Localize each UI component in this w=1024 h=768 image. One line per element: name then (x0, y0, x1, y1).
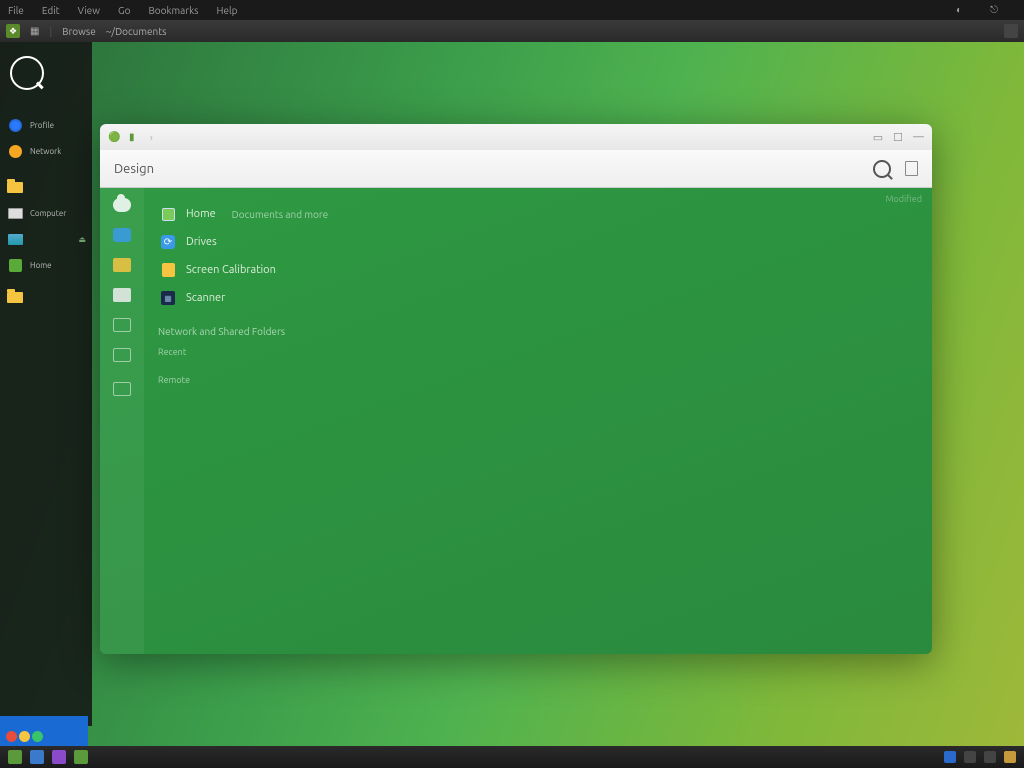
window-buttons-icon[interactable] (6, 731, 43, 742)
taskbar-start-icon[interactable] (8, 750, 22, 764)
toolbar-app-icon[interactable]: ❖ (6, 24, 20, 38)
tray-notif-icon[interactable] (1004, 751, 1016, 763)
outline-icon-2[interactable] (113, 348, 131, 362)
window-minimize-icon[interactable]: ▭ (873, 131, 883, 144)
window-close-icon[interactable]: — (913, 131, 924, 144)
list-item-small[interactable]: Remote (158, 375, 918, 385)
taskbar-app-3-icon[interactable] (74, 750, 88, 764)
panel-item-profile[interactable]: Profile (6, 116, 86, 134)
cloud-icon[interactable] (113, 198, 131, 212)
os-side-panel: Profile Network Computer ⏏ Home (0, 42, 92, 726)
document-icon (162, 263, 175, 277)
toolbar-doc-icon[interactable]: ▦ (30, 25, 39, 37)
panel-item-label: Home (30, 261, 52, 270)
app-blue-icon[interactable] (113, 228, 131, 242)
panel-item-label: Network (30, 147, 61, 156)
list-item-label: Scanner (186, 292, 225, 304)
toolbar-path-value[interactable]: ~/Documents (106, 26, 167, 37)
outline-icon-3[interactable] (113, 382, 131, 396)
file-manager-window: 🟢 ▮ › ▭ ☐ — Design Modified Home (100, 124, 932, 654)
eject-icon[interactable]: ⏏ (78, 235, 86, 244)
taskbar-app-1-icon[interactable] (30, 750, 44, 764)
titlebar-chevron-icon[interactable]: › (150, 132, 153, 143)
panel-item-desktop[interactable]: ⏏ (6, 230, 86, 248)
picture-icon (8, 234, 23, 245)
list-item-small[interactable]: Recent (158, 347, 918, 357)
scanner-icon: ▦ (161, 291, 175, 305)
titlebar-folder-icon: ▮ (129, 131, 142, 144)
distro-logo-icon[interactable] (10, 56, 44, 90)
window-titlebar[interactable]: 🟢 ▮ › ▭ ☐ — (100, 124, 932, 150)
panel-item-network[interactable]: Network (6, 142, 86, 160)
list-item[interactable]: ▦ Scanner (158, 284, 918, 312)
panel-item-drives[interactable] (6, 178, 86, 196)
tray-battery-icon[interactable] (984, 751, 996, 763)
file-manager-body: Modified Home Documents and more ⟳ Drive… (100, 188, 932, 654)
panel-footer (0, 716, 88, 746)
system-tray (944, 751, 1016, 763)
toolbar-right-button[interactable] (1004, 24, 1018, 38)
list-item[interactable]: Screen Calibration (158, 256, 918, 284)
user-icon (9, 145, 22, 158)
panel-item-label: Profile (30, 121, 54, 130)
folder-icon (7, 182, 23, 193)
list-item-label: Home (186, 208, 216, 220)
menubar-indicator-1[interactable]: ◐ (956, 4, 962, 16)
file-manager-header: Design (100, 150, 932, 188)
menu-go[interactable]: Go (118, 5, 130, 16)
app-yellow-icon[interactable] (113, 258, 131, 272)
home-icon (162, 208, 175, 221)
search-icon[interactable] (873, 160, 891, 178)
panel-item-home[interactable]: Home (6, 256, 86, 274)
toolbar-strip: ❖ ▦ | Browse ~/Documents (0, 20, 1024, 42)
breadcrumb[interactable]: Design (114, 162, 154, 176)
menu-file[interactable]: File (8, 5, 24, 16)
profile-icon (9, 119, 22, 132)
trash-icon[interactable] (905, 161, 918, 176)
menu-help[interactable]: Help (217, 5, 238, 16)
toolbar-path-label: Browse (62, 26, 96, 37)
panel-item-extra[interactable] (6, 288, 86, 306)
panel-item-computer[interactable]: Computer (6, 204, 86, 222)
menu-edit[interactable]: Edit (42, 5, 60, 16)
menu-view[interactable]: View (78, 5, 100, 16)
column-header-modified[interactable]: Modified (886, 194, 922, 204)
menubar-indicator-2[interactable]: ⎋ (990, 4, 998, 16)
square-icon (9, 259, 22, 272)
list-item[interactable]: Home Documents and more (158, 200, 918, 228)
os-menubar: File Edit View Go Bookmarks Help ◐ ⎋ (0, 0, 1024, 20)
toolbar-separator: | (49, 26, 52, 37)
window-maximize-icon[interactable]: ☐ (893, 131, 903, 144)
file-manager-content: Modified Home Documents and more ⟳ Drive… (144, 188, 932, 654)
tray-network-icon[interactable] (944, 751, 956, 763)
file-manager-sidebar (100, 188, 144, 654)
taskbar (0, 746, 1024, 768)
folder-icon (7, 292, 23, 303)
list-item[interactable]: ⟳ Drives (158, 228, 918, 256)
panel-item-label: Computer (30, 209, 66, 218)
outline-icon[interactable] (113, 318, 131, 332)
orb-green-icon (32, 731, 43, 742)
device-icon[interactable] (113, 288, 131, 302)
refresh-icon: ⟳ (161, 235, 175, 249)
list-item-sub: Documents and more (232, 209, 328, 220)
taskbar-app-2-icon[interactable] (52, 750, 66, 764)
orb-red-icon (6, 731, 17, 742)
drive-icon (8, 208, 23, 219)
tray-volume-icon[interactable] (964, 751, 976, 763)
titlebar-app-icon: 🟢 (108, 131, 121, 144)
orb-yellow-icon (19, 731, 30, 742)
section-header: Network and Shared Folders (158, 326, 918, 337)
menu-bookmarks[interactable]: Bookmarks (148, 5, 198, 16)
list-item-label: Screen Calibration (186, 264, 276, 276)
list-item-label: Drives (186, 236, 217, 248)
